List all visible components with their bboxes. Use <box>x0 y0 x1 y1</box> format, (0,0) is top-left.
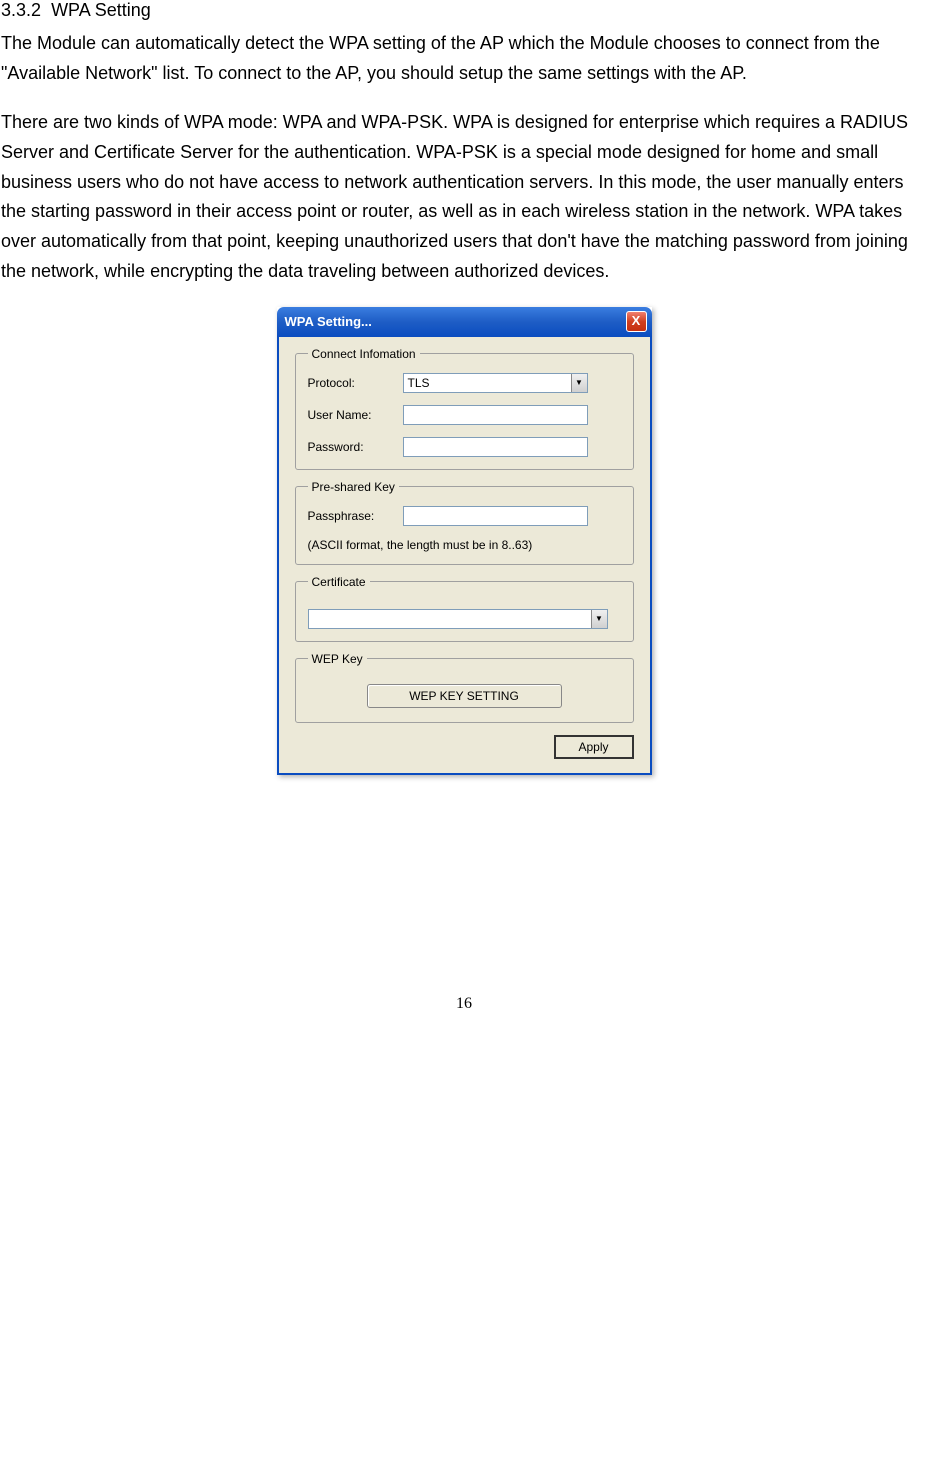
username-input[interactable] <box>403 405 588 425</box>
chevron-down-icon: ▼ <box>591 610 607 628</box>
wep-key-legend: WEP Key <box>308 652 367 666</box>
dialog-titlebar[interactable]: WPA Setting... X <box>277 307 652 337</box>
connect-information-legend: Connect Infomation <box>308 347 420 361</box>
section-number: 3.3.2 <box>1 0 41 20</box>
username-label: User Name: <box>308 408 403 422</box>
password-input[interactable] <box>403 437 588 457</box>
certificate-group: Certificate ▼ <box>295 575 634 642</box>
password-label: Password: <box>308 440 403 454</box>
paragraph-2: There are two kinds of WPA mode: WPA and… <box>1 108 927 286</box>
dialog-title: WPA Setting... <box>285 314 372 329</box>
paragraph-1: The Module can automatically detect the … <box>1 29 927 88</box>
preshared-key-legend: Pre-shared Key <box>308 480 399 494</box>
section-title: WPA Setting <box>51 0 151 20</box>
certificate-select[interactable]: ▼ <box>308 609 608 629</box>
passphrase-label: Passphrase: <box>308 509 403 523</box>
page-number: 16 <box>1 995 927 1013</box>
preshared-key-group: Pre-shared Key Passphrase: (ASCII format… <box>295 480 634 565</box>
wep-key-group: WEP Key WEP KEY SETTING <box>295 652 634 723</box>
protocol-label: Protocol: <box>308 376 403 390</box>
protocol-value: TLS <box>404 376 571 390</box>
certificate-legend: Certificate <box>308 575 370 589</box>
chevron-down-icon: ▼ <box>571 374 587 392</box>
passphrase-hint: (ASCII format, the length must be in 8..… <box>308 538 621 552</box>
wep-key-setting-button[interactable]: WEP KEY SETTING <box>367 684 562 708</box>
connect-information-group: Connect Infomation Protocol: TLS ▼ User … <box>295 347 634 470</box>
passphrase-input[interactable] <box>403 506 588 526</box>
apply-button[interactable]: Apply <box>554 735 634 759</box>
section-heading: 3.3.2 WPA Setting <box>1 0 927 21</box>
close-icon[interactable]: X <box>626 311 647 332</box>
wpa-setting-dialog: WPA Setting... X Connect Infomation Prot… <box>277 307 652 775</box>
protocol-select[interactable]: TLS ▼ <box>403 373 588 393</box>
dialog-body: Connect Infomation Protocol: TLS ▼ User … <box>277 337 652 775</box>
